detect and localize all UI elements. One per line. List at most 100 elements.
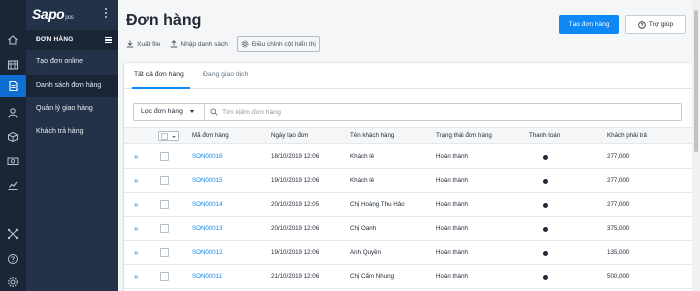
export-button[interactable]: Xuất file: [126, 36, 161, 52]
expand-row-icon[interactable]: »: [134, 201, 138, 209]
store-icon[interactable]: [7, 59, 19, 71]
order-created-date: 19/10/2019 12:06: [271, 177, 320, 184]
subnav-item-returns[interactable]: Khách trả hàng: [26, 121, 118, 143]
order-code-link[interactable]: SON00015: [192, 177, 223, 184]
order-customer-name: Chị Hoàng Thu Hảo: [350, 201, 405, 208]
table-row[interactable]: » SON00016 18/10/2019 12:06 Khách lẻ Hoàn th…: [124, 145, 692, 169]
payment-status-dot: [543, 251, 548, 256]
payment-status-dot: [543, 227, 548, 232]
customer-icon[interactable]: [7, 107, 19, 119]
expand-row-icon[interactable]: »: [134, 225, 138, 233]
row-checkbox[interactable]: [160, 272, 169, 281]
more-menu-icon[interactable]: [104, 7, 108, 21]
gear-icon: [241, 40, 249, 48]
order-code-link[interactable]: SON00014: [192, 201, 223, 208]
download-icon: [126, 40, 134, 48]
row-checkbox[interactable]: [160, 248, 169, 257]
page-title: Đơn hàng: [126, 12, 202, 29]
expand-row-icon[interactable]: »: [134, 153, 138, 161]
page-scrollbar[interactable]: [692, 0, 700, 291]
col-header-due[interactable]: Khách phải trả: [607, 132, 647, 139]
column-settings-label: Điều chỉnh cột hiển thị: [251, 40, 316, 48]
row-checkbox[interactable]: [160, 200, 169, 209]
logo-area: [0, 0, 26, 30]
report-icon[interactable]: [7, 179, 19, 191]
row-checkbox[interactable]: [160, 224, 169, 233]
select-all-checkbox[interactable]: [161, 133, 168, 140]
subnav-item-create-online[interactable]: Tạo đơn online: [26, 51, 118, 73]
table-row[interactable]: » SON00014 20/10/2019 12:05 Chị Hoàng Thu H…: [124, 193, 692, 217]
order-amount-due: 500,000: [607, 273, 630, 280]
order-status: Hoàn thành: [436, 225, 468, 232]
subnav-item-shipping[interactable]: Quản lý giao hàng: [26, 98, 118, 120]
table-row[interactable]: » SON00015 19/10/2019 12:06 Khách lẻ Hoàn th…: [124, 169, 692, 193]
order-customer-name: Anh Quyền: [350, 249, 381, 256]
order-status: Hoàn thành: [436, 273, 468, 280]
orders-subnav: Sapopos ĐƠN HÀNG Tạo đơn online Danh sác…: [26, 0, 118, 291]
order-amount-due: 375,000: [607, 225, 630, 232]
home-icon[interactable]: [7, 34, 19, 46]
bulk-select-dropdown[interactable]: [158, 131, 179, 141]
apps-icon[interactable]: [7, 228, 19, 240]
col-header-payment[interactable]: Thanh toán: [529, 132, 560, 139]
import-label: Nhập danh sách: [180, 40, 228, 48]
brand-logo[interactable]: Sapopos: [32, 6, 74, 22]
settings-icon[interactable]: [7, 276, 19, 288]
expand-row-icon[interactable]: »: [134, 273, 138, 281]
order-amount-due: 277,000: [607, 153, 630, 160]
tab-in-progress[interactable]: Đang giao dịch: [203, 71, 248, 78]
box-icon[interactable]: [7, 131, 19, 143]
row-checkbox[interactable]: [160, 176, 169, 185]
col-header-code[interactable]: Mã đơn hàng: [192, 132, 229, 139]
help-circle-icon[interactable]: [7, 253, 19, 265]
order-code-link[interactable]: SON00011: [192, 273, 222, 280]
orders-icon[interactable]: [0, 75, 26, 97]
tab-all-orders[interactable]: Tất cả đơn hàng: [134, 71, 184, 78]
col-header-customer[interactable]: Tên khách hàng: [350, 132, 394, 139]
search-input[interactable]: [222, 106, 672, 118]
order-code-link[interactable]: SON00012: [192, 249, 223, 256]
order-created-date: 20/10/2019 12:06: [271, 225, 320, 232]
filter-dropdown[interactable]: Lọc đơn hàng: [134, 104, 205, 120]
icon-rail: [0, 0, 26, 291]
order-amount-due: 277,000: [607, 201, 630, 208]
caret-down-icon: [190, 110, 194, 113]
subnav-item-order-list[interactable]: Danh sách đơn hàng: [26, 75, 118, 97]
table-row[interactable]: » SON00012 19/10/2019 12:06 Anh Quyền Hoàn t…: [124, 241, 692, 265]
active-tab-indicator: [132, 87, 190, 89]
table-row[interactable]: » SON00013 20/10/2019 12:06 Chị Oanh Hoàn th…: [124, 217, 692, 241]
order-status: Hoàn thành: [436, 249, 468, 256]
create-order-button[interactable]: Tạo đơn hàng: [559, 15, 619, 34]
column-settings-button[interactable]: Điều chỉnh cột hiển thị: [236, 36, 320, 52]
subnav-header: ĐƠN HÀNG: [26, 30, 118, 50]
import-button[interactable]: Nhập danh sách: [170, 36, 228, 52]
question-icon: [638, 20, 646, 29]
order-created-date: 21/10/2019 12:06: [271, 273, 320, 280]
order-customer-name: Chị Oanh: [350, 225, 377, 232]
subnav-header-label: ĐƠN HÀNG: [36, 36, 74, 43]
order-code-link[interactable]: SON00016: [192, 153, 223, 160]
payment-status-dot: [543, 203, 548, 208]
export-label: Xuất file: [137, 40, 161, 48]
collapse-menu-icon[interactable]: [105, 37, 112, 44]
orders-card: Tất cả đơn hàng Đang giao dịch Lọc đơn h…: [124, 63, 692, 291]
money-icon[interactable]: [7, 155, 19, 167]
scrollbar-thumb[interactable]: [694, 10, 698, 152]
table-row[interactable]: » SON00011 21/10/2019 12:06 Chị Cẩm Nhung Ho…: [124, 265, 692, 289]
payment-status-dot: [543, 179, 548, 184]
page-actions: Xuất file Nhập danh sách Điều chỉnh cột …: [126, 36, 329, 52]
expand-row-icon[interactable]: »: [134, 249, 138, 257]
caret-down-icon: [172, 135, 176, 138]
order-created-date: 19/10/2019 12:06: [271, 249, 320, 256]
search-icon: [210, 108, 218, 116]
order-code-link[interactable]: SON00013: [192, 225, 223, 232]
col-header-created[interactable]: Ngày tạo đơn: [271, 132, 308, 139]
col-header-status[interactable]: Trạng thái đơn hàng: [436, 132, 492, 139]
help-button[interactable]: Trợ giúp: [625, 15, 686, 34]
order-created-date: 20/10/2019 12:05: [271, 201, 320, 208]
expand-row-icon[interactable]: »: [134, 177, 138, 185]
order-amount-due: 277,000: [607, 177, 630, 184]
row-checkbox[interactable]: [160, 152, 169, 161]
main-content: Đơn hàng Xuất file Nhập danh sách Điều c…: [118, 0, 692, 291]
order-status: Hoàn thành: [436, 201, 468, 208]
